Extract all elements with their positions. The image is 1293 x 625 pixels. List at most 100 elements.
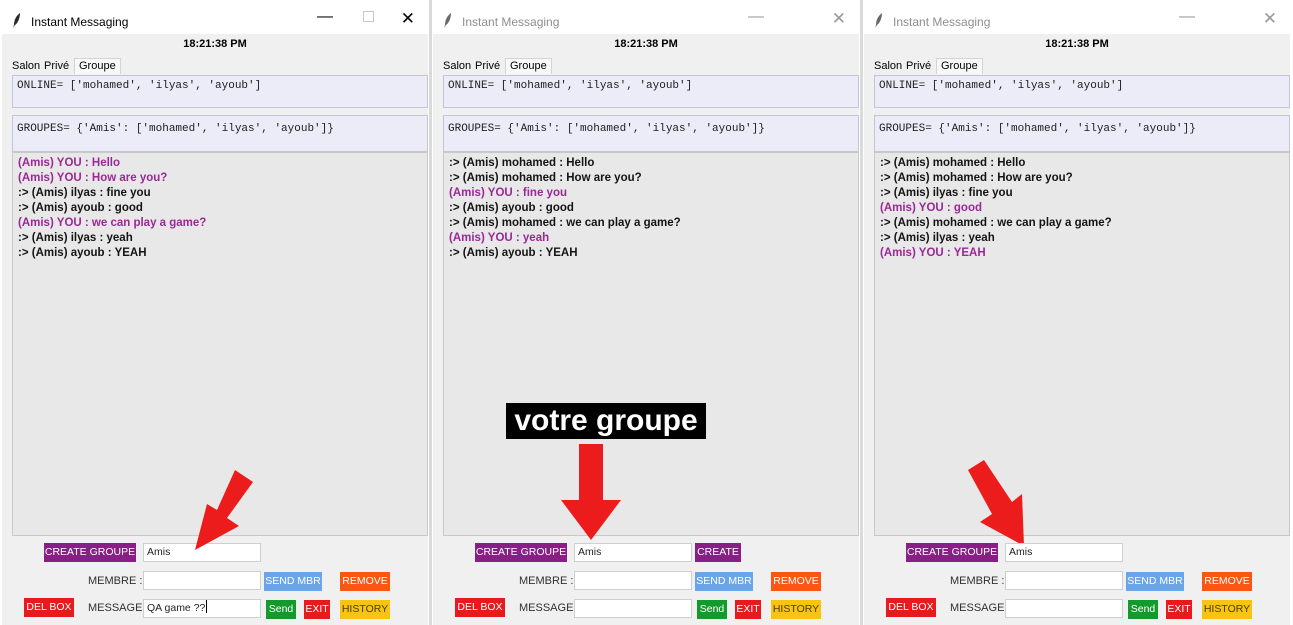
- window-divider: [429, 0, 432, 625]
- groups-panel: GROUPES= {'Amis': ['mohamed', 'ilyas', '…: [874, 115, 1290, 152]
- tab-prive[interactable]: Privé: [475, 60, 500, 72]
- create-button[interactable]: CREATE: [695, 543, 741, 562]
- create-groupe-button[interactable]: CREATE GROUPE: [44, 543, 136, 562]
- chat-log[interactable]: :> (Amis) mohamed : Hello :> (Amis) moha…: [443, 152, 859, 536]
- online-users-panel: ONLINE= ['mohamed', 'ilyas', 'ayoub']: [12, 75, 428, 108]
- delete-box-button[interactable]: DEL BOX: [886, 598, 936, 617]
- membre-label: MEMBRE :: [88, 575, 143, 587]
- membre-label: MEMBRE :: [519, 575, 574, 587]
- annotation-arrow-icon: [195, 470, 253, 550]
- chat-message: :> (Amis) mohamed : How are you?: [449, 172, 642, 184]
- title-bar[interactable]: Instant Messaging — ✕: [864, 0, 1290, 34]
- message-input-text: QA game ??: [147, 602, 206, 614]
- close-icon[interactable]: ✕: [1263, 10, 1277, 27]
- tab-salon[interactable]: Salon: [443, 60, 471, 72]
- message-label: MESSAGE :: [88, 602, 149, 614]
- groups-panel: GROUPES= {'Amis': ['mohamed', 'ilyas', '…: [443, 115, 859, 152]
- create-groupe-button[interactable]: CREATE GROUPE: [906, 543, 998, 562]
- chat-window-1: Instant Messaging — ✕ 18:21:38 PM Salon …: [2, 0, 428, 625]
- window-title: Instant Messaging: [31, 15, 129, 29]
- chat-message: (Amis) YOU : YEAH: [880, 247, 986, 259]
- create-groupe-button[interactable]: CREATE GROUPE: [475, 543, 567, 562]
- chat-window-2: Instant Messaging — ✕ 18:21:38 PM Salon …: [433, 0, 859, 625]
- close-icon[interactable]: ✕: [832, 10, 846, 27]
- chat-message: :> (Amis) mohamed : we can play a game?: [449, 217, 681, 229]
- remove-button[interactable]: REMOVE: [340, 572, 390, 591]
- chat-window-3: Instant Messaging — ✕ 18:21:38 PM Salon …: [864, 0, 1290, 625]
- chat-message: :> (Amis) mohamed : we can play a game?: [880, 217, 1112, 229]
- feather-icon: [444, 13, 451, 28]
- send-button[interactable]: Send: [1128, 600, 1158, 619]
- remove-button[interactable]: REMOVE: [771, 572, 821, 591]
- remove-button[interactable]: REMOVE: [1202, 572, 1252, 591]
- text-cursor: [206, 600, 208, 613]
- groups-panel: GROUPES= {'Amis': ['mohamed', 'ilyas', '…: [12, 115, 428, 152]
- history-button[interactable]: HISTORY: [771, 600, 821, 619]
- delete-box-button[interactable]: DEL BOX: [455, 598, 505, 617]
- membre-input[interactable]: [1005, 571, 1123, 590]
- chat-message: :> (Amis) mohamed : Hello: [449, 157, 595, 169]
- groupe-name-input[interactable]: Amis: [574, 543, 692, 562]
- window-divider: [860, 0, 863, 625]
- annotation-caption: votre groupe: [506, 403, 706, 439]
- annotation-arrow-icon: [561, 444, 621, 540]
- message-input[interactable]: QA game ??: [143, 599, 261, 618]
- chat-message: (Amis) YOU : yeah: [449, 232, 550, 244]
- chat-message: :> (Amis) ayoub : YEAH: [18, 247, 147, 259]
- title-bar[interactable]: Instant Messaging — ✕: [2, 0, 428, 34]
- clock-label: 18:21:38 PM: [183, 38, 247, 50]
- tab-groupe[interactable]: Groupe: [505, 58, 552, 74]
- exit-button[interactable]: EXIT: [304, 600, 330, 619]
- minimize-icon[interactable]: —: [1179, 9, 1195, 25]
- chat-message: (Amis) YOU : fine you: [449, 187, 567, 199]
- tab-salon[interactable]: Salon: [12, 60, 40, 72]
- message-label: MESSAGE :: [950, 602, 1011, 614]
- send-member-button[interactable]: SEND MBR: [264, 572, 322, 591]
- send-member-button[interactable]: SEND MBR: [695, 572, 753, 591]
- chat-message: :> (Amis) ilyas : yeah: [880, 232, 995, 244]
- message-label: MESSAGE :: [519, 602, 580, 614]
- message-input[interactable]: [574, 599, 692, 618]
- membre-input[interactable]: [143, 571, 261, 590]
- tab-groupe[interactable]: Groupe: [936, 58, 983, 74]
- close-icon[interactable]: ✕: [401, 10, 415, 27]
- send-button[interactable]: Send: [266, 600, 296, 619]
- chat-message: :> (Amis) ayoub : YEAH: [449, 247, 578, 259]
- tab-salon[interactable]: Salon: [874, 60, 902, 72]
- message-input[interactable]: [1005, 599, 1123, 618]
- clock-label: 18:21:38 PM: [614, 38, 678, 50]
- history-button[interactable]: HISTORY: [1202, 600, 1252, 619]
- chat-message: :> (Amis) ayoub : good: [18, 202, 143, 214]
- exit-button[interactable]: EXIT: [735, 600, 761, 619]
- exit-button[interactable]: EXIT: [1166, 600, 1192, 619]
- title-bar[interactable]: Instant Messaging — ✕: [433, 0, 859, 34]
- groupe-name-input[interactable]: Amis: [1005, 543, 1123, 562]
- feather-icon: [13, 13, 20, 28]
- minimize-icon[interactable]: —: [317, 9, 333, 25]
- online-users-panel: ONLINE= ['mohamed', 'ilyas', 'ayoub']: [443, 75, 859, 108]
- chat-message: :> (Amis) ilyas : fine you: [18, 187, 151, 199]
- tab-groupe[interactable]: Groupe: [74, 58, 121, 74]
- send-button[interactable]: Send: [697, 600, 727, 619]
- feather-icon: [875, 13, 882, 28]
- chat-log[interactable]: :> (Amis) mohamed : Hello :> (Amis) moha…: [874, 152, 1290, 536]
- chat-message: (Amis) YOU : we can play a game?: [18, 217, 207, 229]
- clock-label: 18:21:38 PM: [1045, 38, 1109, 50]
- delete-box-button[interactable]: DEL BOX: [24, 598, 74, 617]
- membre-input[interactable]: [574, 571, 692, 590]
- send-member-button[interactable]: SEND MBR: [1126, 572, 1184, 591]
- window-title: Instant Messaging: [462, 15, 560, 29]
- tab-prive[interactable]: Privé: [906, 60, 931, 72]
- chat-message: (Amis) YOU : good: [880, 202, 983, 214]
- chat-message: (Amis) YOU : Hello: [18, 157, 121, 169]
- window-title: Instant Messaging: [893, 15, 991, 29]
- online-users-panel: ONLINE= ['mohamed', 'ilyas', 'ayoub']: [874, 75, 1290, 108]
- annotation-arrow-icon: [968, 460, 1024, 546]
- membre-label: MEMBRE :: [950, 575, 1005, 587]
- history-button[interactable]: HISTORY: [340, 600, 390, 619]
- tab-prive[interactable]: Privé: [44, 60, 69, 72]
- chat-message: :> (Amis) ilyas : fine you: [880, 187, 1013, 199]
- chat-message: :> (Amis) ayoub : good: [449, 202, 574, 214]
- minimize-icon[interactable]: —: [748, 9, 764, 25]
- maximize-icon[interactable]: [363, 11, 374, 22]
